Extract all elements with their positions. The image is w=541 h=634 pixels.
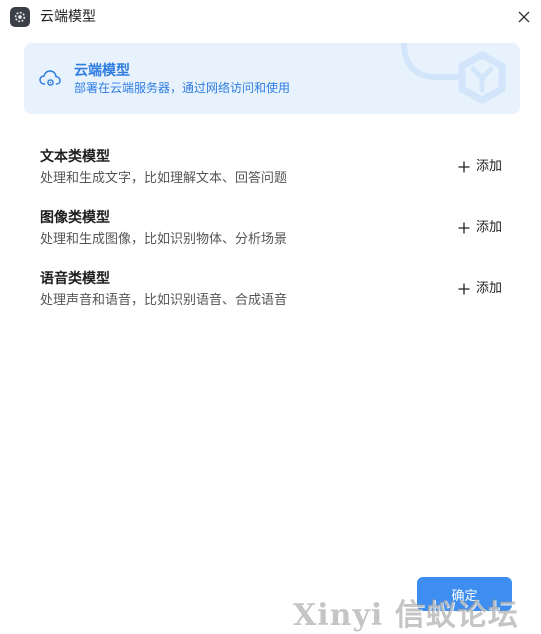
add-label: 添加	[476, 220, 503, 235]
plus-icon	[458, 283, 470, 295]
add-voice-model-button[interactable]: 添加	[458, 279, 502, 299]
banner-title: 云端模型	[74, 63, 130, 79]
title-bar: 云端模型	[0, 0, 541, 34]
close-icon	[518, 11, 530, 23]
model-row-voice: 语音类模型 处理声音和语音，比如识别语音、合成语音 添加	[40, 270, 510, 312]
close-button[interactable]	[514, 7, 534, 27]
model-title: 语音类模型	[40, 271, 110, 287]
model-title: 图像类模型	[40, 210, 110, 226]
model-row-text: 文本类模型 处理和生成文字，比如理解文本、回答问题 添加	[40, 148, 510, 190]
add-label: 添加	[476, 159, 503, 174]
plus-icon	[458, 222, 470, 234]
dialog-window: 云端模型 云端模型 部署在云端服务器，通过网络访问和使用 文本类模型 处理和生成…	[0, 0, 541, 634]
model-title: 文本类模型	[40, 149, 110, 165]
model-description: 处理和生成图像，比如识别物体、分析场景	[40, 232, 288, 247]
window-title: 云端模型	[40, 9, 96, 25]
gear-icon	[10, 7, 30, 27]
cloud-settings-icon	[39, 70, 61, 86]
add-text-model-button[interactable]: 添加	[458, 157, 502, 177]
model-row-image: 图像类模型 处理和生成图像，比如识别物体、分析场景 添加	[40, 209, 510, 251]
banner-subtitle: 部署在云端服务器，通过网络访问和使用	[74, 81, 291, 95]
watermark: Xinyi 信蚁论坛	[293, 598, 519, 633]
plus-icon	[458, 161, 470, 173]
cloud-model-banner: 云端模型 部署在云端服务器，通过网络访问和使用	[24, 43, 520, 114]
model-description: 处理声音和语音，比如识别语音、合成语音	[40, 293, 288, 308]
banner-decoration	[401, 43, 506, 104]
add-image-model-button[interactable]: 添加	[458, 218, 502, 238]
add-label: 添加	[476, 281, 503, 296]
model-description: 处理和生成文字，比如理解文本、回答问题	[40, 171, 288, 186]
